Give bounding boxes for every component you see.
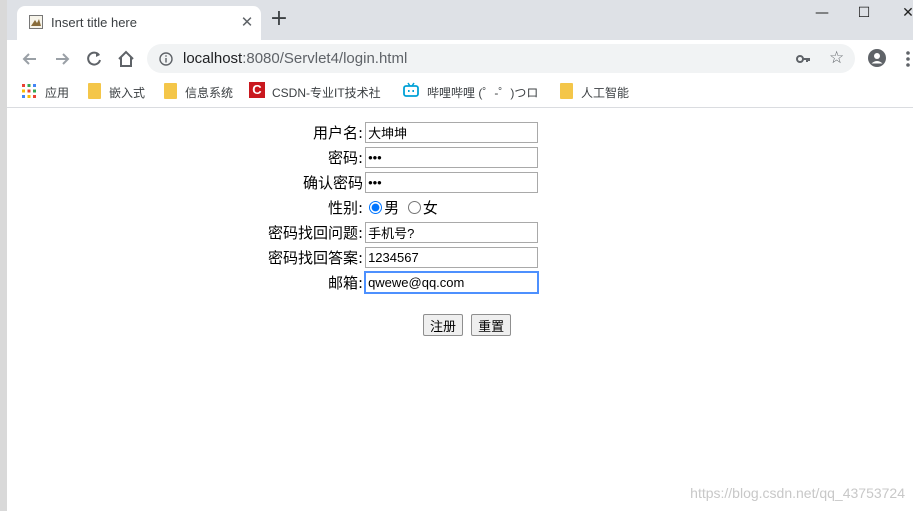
reload-icon[interactable]	[83, 48, 105, 70]
username-input[interactable]	[365, 122, 539, 143]
url-text: localhost:8080/Servlet4/login.html	[183, 50, 407, 67]
apps-icon	[22, 84, 36, 98]
gender-male-radio[interactable]	[369, 201, 383, 214]
question-input[interactable]	[365, 222, 539, 243]
browser-window: Insert title here ✕ + — ☐ ✕ localhost:80…	[0, 0, 913, 511]
window-close-button[interactable]: ✕	[893, 4, 913, 22]
page-content: 用户名: 密码: 确认密码 性别: 男 女	[7, 108, 913, 511]
password-input[interactable]	[365, 147, 539, 168]
bookmarks-bar: 应用 嵌入式 信息系统 C CSDN-专业IT技术社 哔哩哔哩 (゜-゜)つロ …	[7, 77, 913, 108]
answer-input[interactable]	[365, 247, 539, 268]
back-arrow-icon[interactable]	[19, 48, 41, 70]
maximize-button[interactable]: ☐	[849, 4, 879, 22]
confirm-password-input[interactable]	[365, 172, 539, 193]
account-icon[interactable]	[867, 48, 887, 68]
bookmark-apps[interactable]: 应用	[22, 82, 82, 100]
gender-female-option[interactable]: 女	[407, 197, 438, 218]
email-input[interactable]	[364, 271, 540, 294]
bookmark-label: 哔哩哔哩 (゜-゜)つロ	[427, 86, 539, 100]
csdn-icon: C	[249, 82, 265, 98]
password-label: 密码:	[328, 149, 364, 167]
form-row-username: 用户名:	[268, 121, 539, 144]
register-form: 用户名: 密码: 确认密码 性别: 男 女	[266, 119, 540, 296]
bookmark-label: CSDN-专业IT技术社	[272, 86, 381, 100]
bookmark-label: 应用	[45, 86, 70, 100]
gender-male-option[interactable]: 男	[369, 197, 399, 218]
folder-icon	[164, 83, 177, 99]
address-bar[interactable]: localhost:8080/Servlet4/login.html ☆	[147, 44, 855, 73]
watermark-text: https://blog.csdn.net/qq_43753724	[690, 485, 905, 501]
bookmark-label: 人工智能	[581, 86, 630, 100]
bookmark-label: 嵌入式	[109, 86, 146, 100]
minimize-button[interactable]: —	[807, 4, 837, 22]
gender-label: 性别:	[328, 199, 364, 217]
menu-dots-icon[interactable]	[905, 50, 911, 68]
tab-title: Insert title here	[51, 15, 137, 30]
tab-active[interactable]: Insert title here ✕	[17, 6, 261, 40]
forward-arrow-icon[interactable]	[51, 48, 73, 70]
folder-icon	[88, 83, 101, 99]
desktop-edge	[0, 0, 7, 511]
tab-bar: Insert title here ✕ + — ☐ ✕	[7, 0, 913, 40]
bookmark-star-icon[interactable]: ☆	[829, 49, 847, 67]
form-row-password: 密码:	[268, 146, 539, 169]
reset-button[interactable]: 重置	[471, 314, 512, 336]
tab-close-icon[interactable]: ✕	[239, 14, 255, 30]
browser-toolbar: localhost:8080/Servlet4/login.html ☆	[7, 40, 913, 77]
bookmark-embedded[interactable]: 嵌入式	[86, 82, 156, 100]
form-row-email: 邮箱:	[268, 271, 540, 294]
bookmark-csdn[interactable]: C CSDN-专业IT技术社	[249, 82, 387, 100]
gender-female-label: 女	[422, 199, 438, 217]
form-row-confirm: 确认密码	[268, 171, 539, 194]
answer-label: 密码找回答案:	[268, 249, 364, 267]
page-favicon-icon	[29, 15, 43, 29]
form-row-answer: 密码找回答案:	[268, 246, 539, 269]
bookmark-info-system[interactable]: 信息系统	[162, 82, 242, 100]
url-path: :8080/Servlet4/login.html	[242, 50, 408, 67]
bookmark-label: 信息系统	[185, 86, 234, 100]
form-row-gender: 性别: 男 女	[268, 196, 538, 219]
key-icon[interactable]	[795, 51, 811, 67]
url-host: localhost	[183, 50, 243, 67]
email-label: 邮箱:	[328, 274, 364, 292]
confirm-password-label: 确认密码	[303, 174, 364, 192]
folder-icon	[560, 83, 573, 99]
username-label: 用户名:	[313, 124, 364, 142]
bookmark-bilibili[interactable]: 哔哩哔哩 (゜-゜)つロ	[403, 82, 543, 100]
register-button[interactable]: 注册	[423, 314, 464, 336]
site-info-icon[interactable]	[159, 51, 173, 66]
home-icon[interactable]	[115, 48, 137, 70]
question-label: 密码找回问题:	[268, 224, 364, 242]
new-tab-button[interactable]: +	[269, 8, 289, 30]
gender-male-label: 男	[384, 199, 400, 217]
bilibili-icon	[403, 82, 419, 97]
form-row-question: 密码找回问题:	[268, 221, 539, 244]
gender-female-radio[interactable]	[407, 201, 421, 214]
form-buttons: 注册 重置	[423, 314, 514, 336]
bookmark-ai[interactable]: 人工智能	[558, 82, 638, 100]
